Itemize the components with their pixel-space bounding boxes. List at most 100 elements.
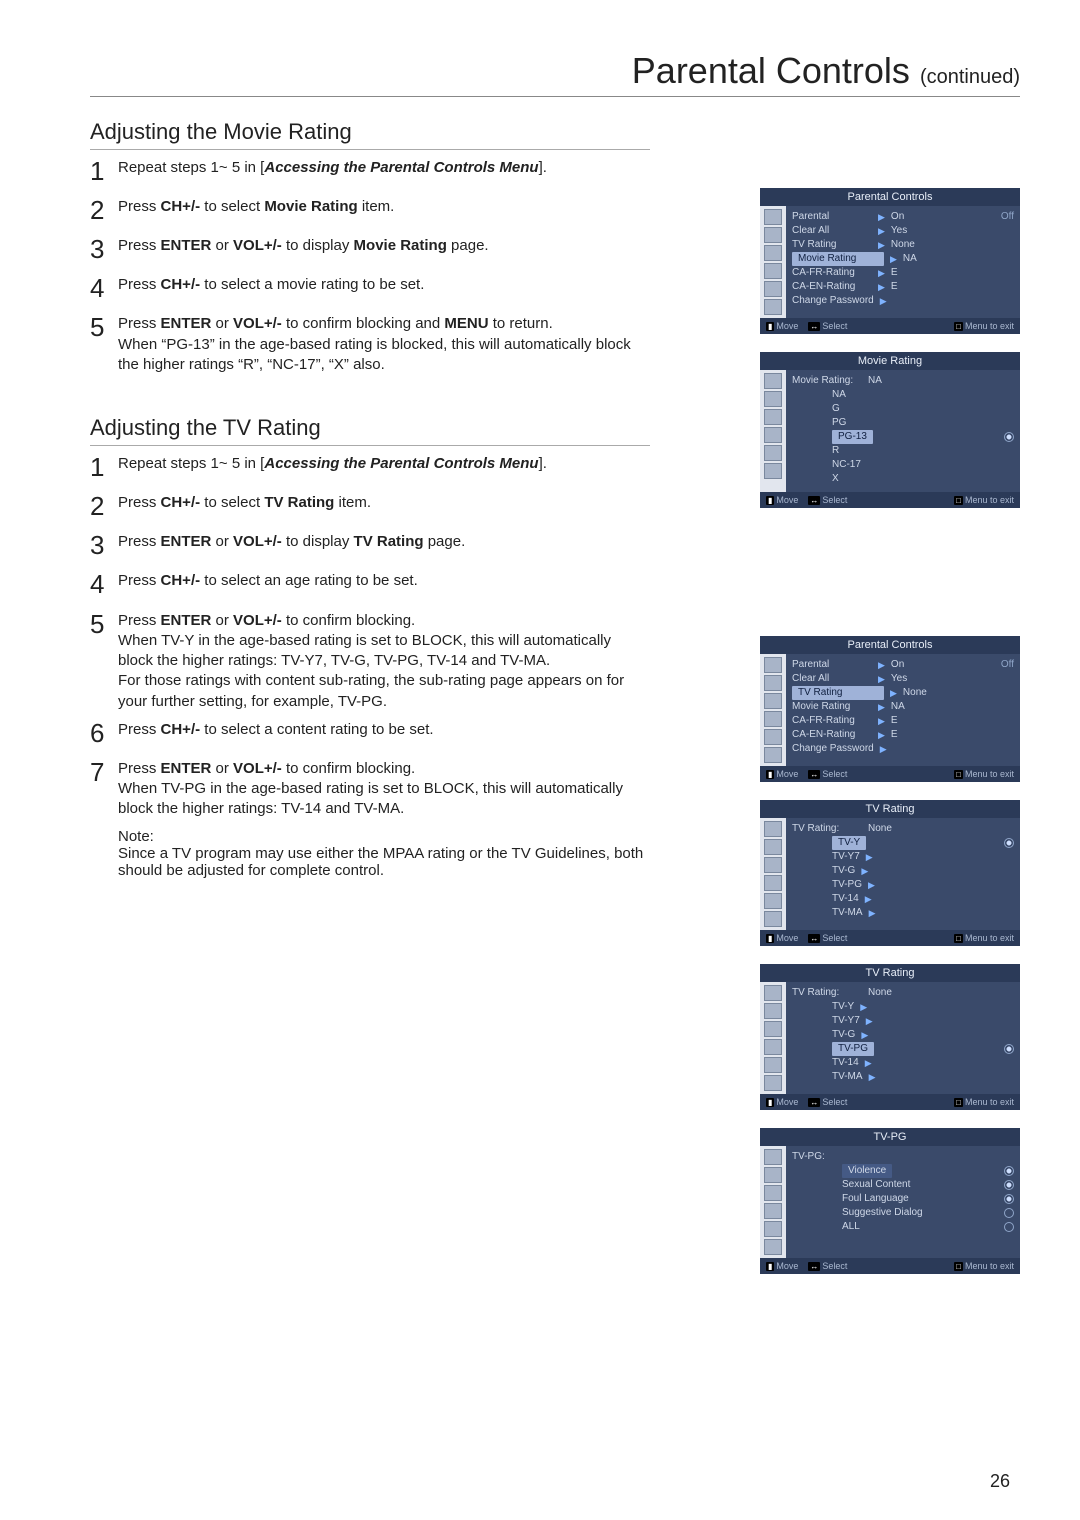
osd-sub-option[interactable]: ALL	[792, 1220, 1014, 1234]
arrow-icon: ▶	[869, 1070, 876, 1084]
osd-row[interactable]: Clear All ▶ Yes	[792, 672, 1014, 686]
osd-option-label: TV-Y	[832, 1000, 854, 1014]
osd-option[interactable]: PG	[792, 416, 1014, 430]
osd-row-extra: Off	[1001, 658, 1014, 672]
arrow-icon: ▶	[865, 1056, 872, 1070]
step-number: 4	[90, 271, 118, 306]
osd-option[interactable]: TV-G ▶	[792, 1028, 1014, 1042]
step: 3 Press ENTER or VOL+/- to display TV Ra…	[90, 532, 650, 563]
osd-sub-option[interactable]: Suggestive Dialog	[792, 1206, 1014, 1220]
osd-sub-option[interactable]: Foul Language	[792, 1192, 1014, 1206]
arrow-icon: ▶	[878, 280, 885, 294]
osd-title: TV Rating	[760, 800, 1020, 818]
osd-row[interactable]: CA-FR-Rating ▶ E	[792, 266, 1014, 280]
step: 3 Press ENTER or VOL+/- to display Movie…	[90, 236, 650, 267]
osd-option[interactable]: TV-Y7 ▶	[792, 1014, 1014, 1028]
osd-footer: ▮Move ↔Select □Menu to exit	[760, 766, 1020, 782]
arrow-icon: ▶	[878, 266, 885, 280]
osd-option[interactable]: TV-14 ▶	[792, 1056, 1014, 1070]
osd-option[interactable]: TV-Y ▶	[792, 1000, 1014, 1014]
step: 4 Press CH+/- to select an age rating to…	[90, 571, 650, 602]
osd-option[interactable]: X	[792, 472, 1014, 486]
osd-option[interactable]: TV-Y	[792, 836, 1014, 850]
osd-icon	[764, 373, 782, 389]
osd-icon	[764, 711, 782, 727]
osd-row[interactable]: Clear All ▶ Yes	[792, 224, 1014, 238]
osd-option[interactable]: PG-13	[792, 430, 1014, 444]
osd-option[interactable]: R	[792, 444, 1014, 458]
osd-row[interactable]: Movie Rating ▶ NA	[792, 700, 1014, 714]
step-text: Press ENTER or VOL+/- to display TV Rati…	[118, 532, 650, 563]
osd-row[interactable]: Change Password ▶	[792, 742, 1014, 756]
osd-option-label: TV-14	[832, 892, 859, 906]
osd-option-label: PG-13	[832, 430, 873, 444]
osd-option-label: TV-MA	[832, 906, 863, 920]
arrow-icon: ▶	[890, 686, 897, 700]
osd-row[interactable]: TV Rating ▶ None	[792, 686, 1014, 700]
osd-option[interactable]: TV-MA ▶	[792, 906, 1014, 920]
osd-option[interactable]: TV-Y7 ▶	[792, 850, 1014, 864]
osd-icon	[764, 821, 782, 837]
radio-icon	[1004, 838, 1014, 848]
osd-icon	[764, 1075, 782, 1091]
osd-option[interactable]: TV-G ▶	[792, 864, 1014, 878]
osd-icon-strip	[760, 982, 786, 1094]
step-number: 6	[90, 716, 118, 751]
osd-sub-label: Sexual Content	[842, 1178, 910, 1192]
osd-row[interactable]: Parental ▶ On Off	[792, 210, 1014, 224]
osd-option-label: TV-Y7	[832, 850, 860, 864]
osd-icon	[764, 281, 782, 297]
osd-option[interactable]: TV-PG ▶	[792, 878, 1014, 892]
osd-option[interactable]: G	[792, 402, 1014, 416]
arrow-icon: ▶	[890, 252, 897, 266]
osd-row-label: Clear All	[792, 224, 872, 238]
osd-icon	[764, 299, 782, 315]
osd-caption-row: Movie Rating: NA	[792, 374, 1014, 388]
arrow-icon: ▶	[878, 672, 885, 686]
step-text: Press ENTER or VOL+/- to confirm blockin…	[118, 611, 650, 712]
osd-row[interactable]: CA-EN-Rating ▶ E	[792, 728, 1014, 742]
osd-icon	[764, 839, 782, 855]
osd-option-label: TV-MA	[832, 1070, 863, 1084]
osd-icon	[764, 1003, 782, 1019]
note-label: Note:	[118, 828, 678, 845]
osd-row[interactable]: Movie Rating ▶ NA	[792, 252, 1014, 266]
osd-option[interactable]: TV-MA ▶	[792, 1070, 1014, 1084]
arrow-icon: ▶	[861, 1028, 868, 1042]
osd-row[interactable]: CA-EN-Rating ▶ E	[792, 280, 1014, 294]
osd-parental-controls-tv: Parental Controls Parental ▶ On Off Clea…	[760, 636, 1020, 782]
osd-row-value: On	[891, 210, 904, 224]
osd-row-label: Movie Rating	[792, 700, 872, 714]
osd-icon	[764, 427, 782, 443]
osd-row[interactable]: TV Rating ▶ None	[792, 238, 1014, 252]
osd-row-value: E	[891, 266, 898, 280]
step-text: Repeat steps 1~ 5 in [Accessing the Pare…	[118, 158, 650, 189]
osd-icon-strip	[760, 654, 786, 766]
osd-option[interactable]: TV-14 ▶	[792, 892, 1014, 906]
osd-row-label: Movie Rating	[792, 252, 884, 266]
osd-row-label: CA-FR-Rating	[792, 714, 872, 728]
step-text: Press CH+/- to select TV Rating item.	[118, 493, 650, 524]
step: 1 Repeat steps 1~ 5 in [Accessing the Pa…	[90, 158, 650, 189]
osd-footer: ▮Move ↔Select □Menu to exit	[760, 930, 1020, 946]
page-number: 26	[990, 1471, 1010, 1492]
osd-row[interactable]: Change Password ▶	[792, 294, 1014, 308]
osd-icon-strip	[760, 818, 786, 930]
step: 7 Press ENTER or VOL+/- to confirm block…	[90, 759, 650, 820]
page-title-bar: Parental Controls (continued)	[90, 50, 1020, 97]
step: 1 Repeat steps 1~ 5 in [Accessing the Pa…	[90, 454, 650, 485]
arrow-icon: ▶	[880, 742, 887, 756]
osd-sub-option[interactable]: Violence	[792, 1164, 1014, 1178]
step-text: Press ENTER or VOL+/- to confirm blockin…	[118, 314, 650, 375]
osd-row[interactable]: CA-FR-Rating ▶ E	[792, 714, 1014, 728]
arrow-icon: ▶	[869, 906, 876, 920]
osd-option[interactable]: TV-PG	[792, 1042, 1014, 1056]
radio-icon	[1004, 432, 1014, 442]
osd-sub-option[interactable]: Sexual Content	[792, 1178, 1014, 1192]
osd-caption-row: TV Rating: None	[792, 986, 1014, 1000]
step: 6 Press CH+/- to select a content rating…	[90, 720, 650, 751]
arrow-icon: ▶	[878, 728, 885, 742]
osd-option[interactable]: NC-17	[792, 458, 1014, 472]
osd-option[interactable]: NA	[792, 388, 1014, 402]
osd-row[interactable]: Parental ▶ On Off	[792, 658, 1014, 672]
